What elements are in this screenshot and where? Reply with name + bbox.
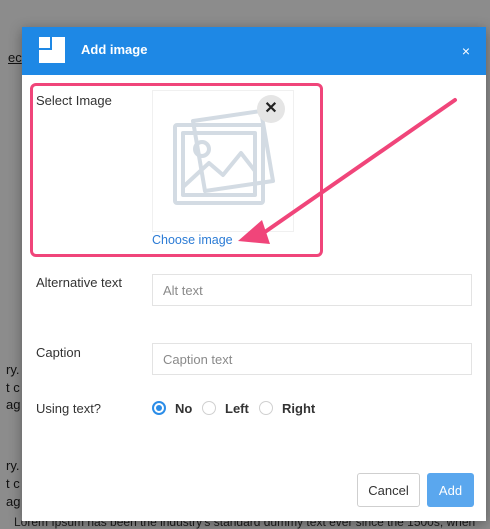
radio-right[interactable] [259,401,273,415]
radio-right-label[interactable]: Right [282,401,315,416]
close-icon[interactable]: × [462,43,470,59]
radio-left[interactable] [202,401,216,415]
radio-no[interactable] [152,401,166,415]
dialog-header: Add image × [22,27,486,75]
highlight-box [30,83,323,257]
alt-text-label: Alternative text [36,275,122,290]
add-button[interactable]: Add [427,473,474,507]
alt-text-input[interactable] [152,274,472,306]
dialog-title: Add image [81,42,148,57]
caption-label: Caption [36,345,81,360]
app-logo-icon [39,37,65,63]
add-image-dialog: Add image × Select Image ✕ Choose image … [22,27,486,521]
radio-no-label[interactable]: No [175,401,192,416]
radio-left-label[interactable]: Left [225,401,249,416]
using-text-label: Using text? [36,401,102,416]
caption-input[interactable] [152,343,472,375]
cancel-button[interactable]: Cancel [357,473,420,507]
